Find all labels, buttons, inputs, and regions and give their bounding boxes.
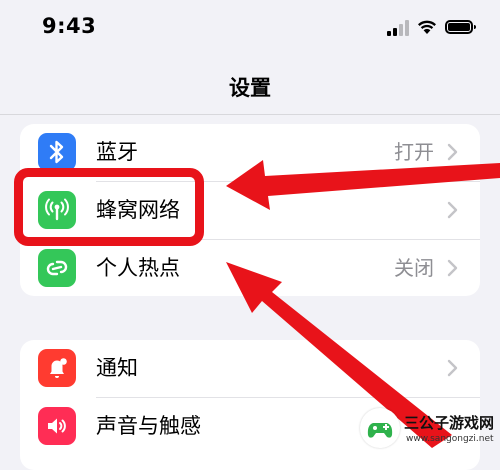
- watermark: 三公子游戏网 www.sangongzi.net: [360, 406, 500, 456]
- watermark-url: www.sangongzi.net: [406, 434, 494, 444]
- annotation-arrow-upper: [226, 160, 500, 210]
- watermark-title: 三公子游戏网: [404, 414, 495, 432]
- watermark-logo-icon: [360, 408, 400, 448]
- annotation-arrows: [226, 160, 500, 448]
